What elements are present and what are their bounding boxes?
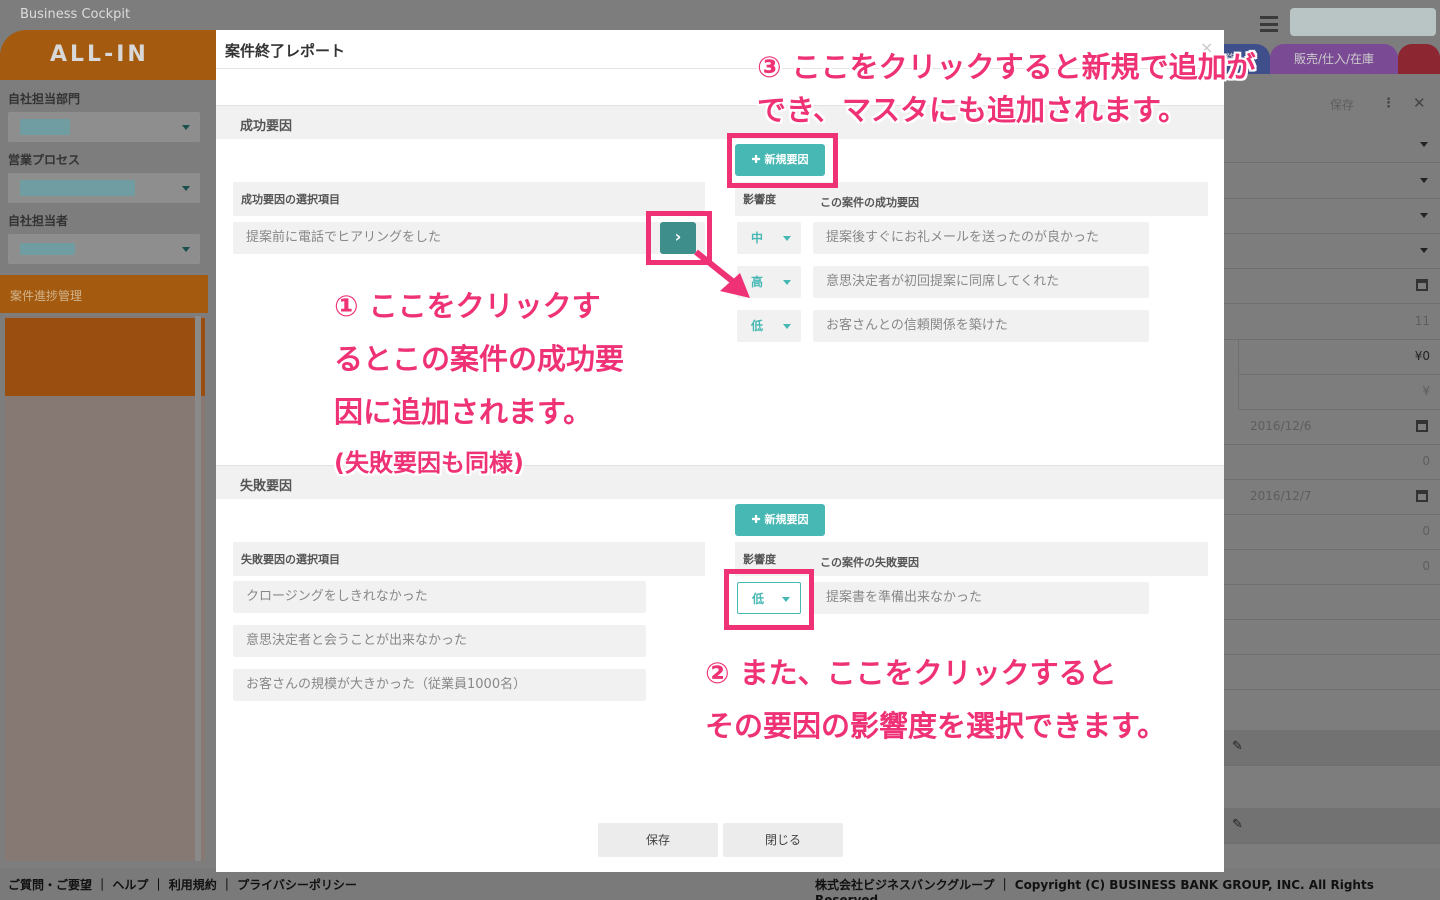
tab-sales-purchase-stock[interactable]: 販売/仕入/在庫: [1270, 44, 1398, 74]
right-field[interactable]: ¥0: [1238, 339, 1440, 375]
annotation-3-line2: でき、マスタにも追加されます。: [757, 93, 1188, 127]
bg-save-link[interactable]: 保存: [1330, 96, 1354, 113]
failure-section-title: 失敗要因: [240, 479, 293, 494]
right-field[interactable]: [1224, 163, 1440, 199]
staff-select[interactable]: [8, 234, 200, 264]
right-field[interactable]: 0: [1224, 549, 1440, 585]
process-label: 営業プロセス: [8, 153, 81, 167]
annotation-2-line1: ② また、ここをクリックすると: [705, 656, 1117, 690]
right-field[interactable]: 0: [1224, 444, 1440, 480]
footer-links[interactable]: ご質問・ご要望 ｜ ヘルプ ｜ 利用規約 ｜ プライバシーポリシー: [8, 876, 357, 893]
blurred-value: [20, 119, 70, 135]
edit-icon[interactable]: ✎: [1232, 817, 1243, 832]
staff-label: 自社担当者: [8, 214, 69, 228]
deal-list[interactable]: [5, 316, 205, 861]
failure-case-header: この案件の失敗要因: [820, 556, 919, 569]
failure-factor-item[interactable]: 提案書を準備出来なかった: [813, 582, 1149, 614]
dept-label: 自社担当部門: [8, 92, 81, 106]
success-case-header: この案件の成功要因: [820, 196, 919, 209]
deal-list-selected[interactable]: [5, 318, 205, 396]
right-edit-row[interactable]: ✎: [1224, 730, 1440, 766]
right-field[interactable]: [1224, 233, 1440, 269]
modal-title: 案件終了レポート: [225, 42, 346, 60]
arrow-icon: [694, 249, 750, 298]
bg-close-icon[interactable]: ✕: [1413, 94, 1426, 112]
annotation-2-line2: その要因の影響度を選択できます。: [705, 709, 1167, 743]
failure-choice-item[interactable]: クロージングをしきれなかった: [233, 581, 646, 613]
highlight-add-button: [727, 133, 838, 188]
success-factor-item[interactable]: 提案後すぐにお礼メールを送ったのが良かった: [813, 222, 1149, 254]
right-field[interactable]: [1224, 654, 1440, 690]
right-field[interactable]: 0: [1224, 514, 1440, 550]
right-field[interactable]: [1224, 198, 1440, 234]
right-field[interactable]: ¥: [1238, 374, 1440, 410]
annotation-1-line2: るとこの案件の成功要: [334, 342, 625, 376]
more-icon[interactable]: ⋮: [1382, 96, 1395, 111]
calendar-icon[interactable]: [1416, 490, 1428, 502]
add-failure-factor-button[interactable]: ✚ 新規要因: [735, 504, 825, 536]
right-field[interactable]: [1224, 127, 1440, 163]
save-button[interactable]: 保存: [598, 823, 718, 857]
edit-icon[interactable]: ✎: [1232, 739, 1243, 754]
list-view-icon[interactable]: [1260, 16, 1278, 32]
failure-choices-header: 失敗要因の選択項目: [233, 542, 705, 576]
success-section-title: 成功要因: [240, 119, 293, 134]
highlight-impact-select: [724, 569, 814, 630]
calendar-icon[interactable]: [1416, 279, 1428, 291]
dept-select[interactable]: [8, 112, 200, 142]
failure-choice-item[interactable]: 意思決定者と会うことが出来なかった: [233, 625, 646, 657]
success-choices-header: 成功要因の選択項目: [233, 182, 705, 216]
copyright: 株式会社ビジネスバンクグループ ｜ Copyright (C) BUSINESS…: [815, 878, 1374, 900]
right-field[interactable]: [1224, 268, 1440, 304]
chevron-down-icon: [783, 280, 791, 289]
logo: ALL-IN: [50, 42, 149, 67]
annotation-1-line4: (失敗要因も同様): [334, 449, 524, 477]
annotation-1-line3: 因に追加されます。: [334, 395, 593, 429]
app-title: Business Cockpit: [20, 7, 131, 22]
close-button[interactable]: 閉じる: [723, 823, 843, 857]
success-choice-item[interactable]: 提案前に電話でヒアリングをした: [233, 222, 705, 254]
right-edit-row[interactable]: ✎: [1224, 808, 1440, 844]
annotation-3-line1: ③ ここをクリックすると新規で追加が: [757, 50, 1256, 84]
success-factor-item[interactable]: 意思決定者が初回提案に同席してくれた: [813, 266, 1149, 298]
tab-more[interactable]: [1398, 44, 1440, 74]
right-field[interactable]: 2016/12/6: [1224, 409, 1440, 445]
success-factor-item[interactable]: お客さんとの信頼関係を築けた: [813, 310, 1149, 342]
failure-choice-item[interactable]: お客さんの規模が大きかった（従業員1000名）: [233, 669, 646, 701]
chevron-down-icon: [783, 236, 791, 245]
annotation-1-line1: ① ここをクリックす: [334, 289, 601, 323]
blurred-value: [20, 180, 135, 196]
chevron-down-icon: [783, 324, 791, 333]
progress-section-label: 案件進捗管理: [10, 289, 83, 303]
right-field[interactable]: [1224, 584, 1440, 620]
calendar-icon[interactable]: [1416, 420, 1428, 432]
impact-select[interactable]: 低: [737, 310, 801, 342]
process-select[interactable]: [8, 173, 200, 203]
deal-list-scrollbar[interactable]: [195, 316, 201, 861]
right-field[interactable]: 11: [1224, 304, 1440, 340]
top-search-input[interactable]: [1290, 8, 1436, 36]
right-field[interactable]: 2016/12/7: [1224, 479, 1440, 515]
blurred-value: [20, 243, 75, 255]
right-field[interactable]: [1224, 619, 1440, 655]
